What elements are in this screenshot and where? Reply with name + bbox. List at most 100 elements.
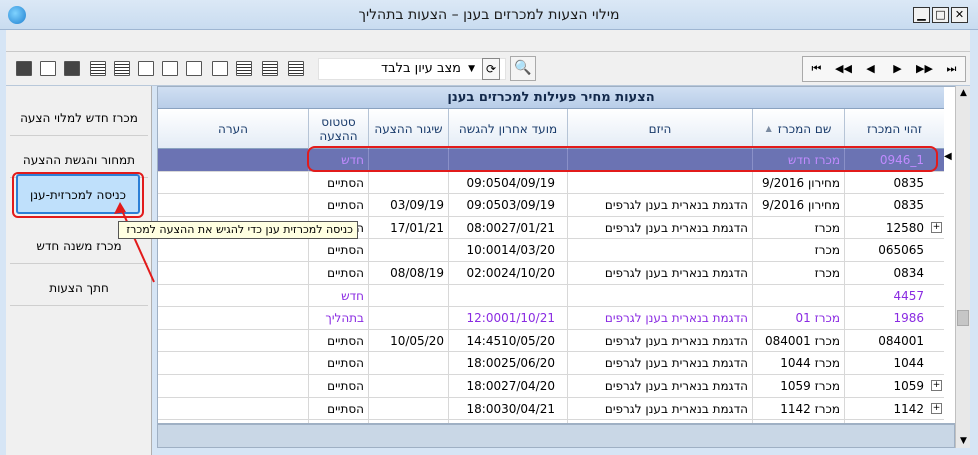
cell-id-value: 1044	[893, 356, 924, 371]
table-row[interactable]: הסתיים 03/09/19 09:0503/09/19 הדגמת בנארית …	[158, 194, 944, 217]
cell-deadline-date: 03/09/19	[501, 198, 555, 213]
table-row[interactable]: הסתיים 08/08/19 02:0024/10/20 הדגמת בנארית …	[158, 261, 944, 285]
cell-deadline-date: 27/01/21	[501, 220, 555, 235]
new-document-icon[interactable]	[212, 61, 228, 76]
cell-initiator	[567, 284, 752, 307]
cell-note	[158, 375, 308, 397]
excel-icon[interactable]	[90, 61, 106, 76]
nav-first-button[interactable]: ⏮	[803, 57, 830, 81]
cell-deadline: 09:0504/09/19	[448, 171, 567, 194]
cell-note	[158, 172, 308, 194]
cell-sent	[368, 352, 448, 375]
tree-icon[interactable]	[138, 61, 154, 76]
refresh-button[interactable]: ⟳	[482, 58, 500, 80]
cell-status: הסתיים	[308, 194, 368, 217]
new-tender-button[interactable]: מכרז חדש למלוי הצעה	[10, 100, 148, 136]
cell-note	[158, 398, 308, 420]
cell-note	[158, 330, 308, 352]
cell-deadline: 08:0027/01/21	[448, 216, 567, 239]
expand-icon[interactable]: +	[931, 402, 942, 414]
cell-deadline-date: 14/03/20	[501, 243, 555, 258]
cell-sent: 03/09/19	[368, 194, 448, 217]
cell-status: בתהליך	[308, 307, 368, 330]
copy-icon[interactable]	[186, 61, 202, 76]
cell-initiator: הדגמת בנארית בענן לגרפים	[567, 307, 752, 330]
minimize-button[interactable]: ▁	[913, 7, 930, 23]
col-header-name[interactable]: ▲ שם המכרז	[752, 109, 844, 149]
folder-icon[interactable]	[162, 61, 178, 76]
maximize-button[interactable]: □	[932, 7, 949, 23]
scroll-up-icon[interactable]: ▲	[956, 88, 971, 98]
col-header-status[interactable]: סטטוס ההצעה	[308, 109, 368, 149]
cell-initiator: הדגמת בנארית בענן לגרפים	[567, 194, 752, 217]
cell-id: 1059 +	[844, 374, 944, 397]
calendar-icon[interactable]	[288, 61, 304, 76]
cell-id: 1142 +	[844, 397, 944, 420]
cell-deadline-date: 25/06/20	[501, 356, 555, 371]
table-row[interactable]: הסתיים 18:0027/04/20 הדגמת בנארית בענן לגר…	[158, 374, 944, 398]
col-header-initiator[interactable]: היזם	[567, 109, 752, 149]
grid-icon[interactable]	[262, 61, 278, 76]
expand-icon[interactable]: +	[931, 379, 942, 391]
cell-deadline-time: 09:05	[466, 175, 502, 190]
cell-deadline: 02:0024/10/20	[448, 261, 567, 284]
table-row[interactable]: בתהליך 12:0001/10/21 הדגמת בנארית בענן לגר…	[158, 307, 944, 330]
cell-status: חדש	[308, 284, 368, 307]
close-button[interactable]: ✕	[951, 7, 968, 23]
print-preview-icon[interactable]	[40, 61, 56, 76]
expand-icon[interactable]: +	[931, 221, 942, 233]
scroll-down-icon[interactable]: ▼	[956, 436, 971, 446]
grid-body: חדש מכרז חדש 0946_1 הסתיים 09:0504/09/19 מחיר…	[158, 149, 944, 423]
cell-status: הסתיים	[308, 329, 368, 352]
print-setup-icon[interactable]	[64, 61, 80, 76]
cell-deadline-time: 18:00	[466, 356, 502, 371]
cell-sent	[368, 284, 448, 307]
search-button[interactable]: 🔍	[510, 56, 536, 81]
vertical-scrollbar[interactable]: ▲ ▼	[955, 86, 970, 448]
table-row[interactable]: הסתיים 10:0014/03/20 מכרז 065065	[158, 239, 944, 262]
cell-note	[158, 285, 308, 307]
cell-id-value: 0835	[893, 175, 924, 190]
nav-next-button[interactable]: ▶	[884, 57, 911, 81]
cell-note	[158, 149, 308, 171]
list-icon[interactable]	[114, 61, 130, 76]
row-highlight-ring	[307, 146, 938, 172]
cell-name: מכרז 1142	[752, 397, 844, 420]
cell-status: הסתיים	[308, 171, 368, 194]
scroll-thumb[interactable]	[957, 310, 969, 326]
cell-deadline-time: 18:00	[466, 378, 502, 393]
table-row[interactable]: הסתיים 18:0025/06/20 הדגמת בנארית בענן לגר…	[158, 352, 944, 375]
cell-deadline: 10:0014/03/20	[448, 239, 567, 262]
cell-note	[158, 352, 308, 374]
nav-prev-button[interactable]: ◀	[857, 57, 884, 81]
table-row[interactable]: הסתיים 09:0504/09/19 מחירון 9/2016 0835	[158, 171, 944, 195]
cell-sent: 10/05/20	[368, 329, 448, 352]
print-icon[interactable]	[16, 61, 32, 76]
col-header-note[interactable]: הערה	[158, 109, 308, 149]
menu-bar	[6, 30, 970, 52]
table-row[interactable]: הסתיים 18:0030/04/21 הדגמת בנארית בענן לגר…	[158, 397, 944, 421]
cell-id-value: 12580	[885, 220, 924, 235]
cell-note	[158, 239, 308, 261]
tooltip: כניסה למכרזית ענן כדי להגיש את ההצעה למכ…	[118, 221, 358, 239]
table-icon[interactable]	[236, 61, 252, 76]
nav-last-button[interactable]: ⏭	[938, 57, 965, 81]
cell-deadline: 12:0001/10/21	[448, 307, 567, 330]
cell-deadline-time: 08:00	[466, 220, 502, 235]
col-header-sent[interactable]: שיגור ההצעה	[368, 109, 448, 149]
cell-note	[158, 262, 308, 284]
cell-initiator: הדגמת בנארית בענן לגרפים	[567, 352, 752, 375]
col-header-id[interactable]: זהוי המכרז	[844, 109, 944, 149]
cell-initiator: הדגמת בנארית בענן לגרפים	[567, 329, 752, 352]
cell-sent	[368, 239, 448, 262]
table-row[interactable]: חדש 4457	[158, 284, 944, 308]
cell-status: הסתיים	[308, 261, 368, 284]
col-header-deadline[interactable]: מועד אחרון להגשה	[448, 109, 567, 149]
table-row[interactable]: הסתיים 10/05/20 14:4510/05/20 הדגמת בנארית …	[158, 329, 944, 353]
nav-next-page-button[interactable]: ▶▶	[911, 57, 938, 81]
cell-deadline-date: 24/10/20	[501, 265, 555, 280]
cell-id-value: 1986	[893, 311, 924, 326]
nav-prev-page-button[interactable]: ◀◀	[830, 57, 857, 81]
mode-select[interactable]: מצב עיון בלבד ▼	[318, 58, 506, 80]
cell-deadline-time: 02:00	[466, 265, 502, 280]
